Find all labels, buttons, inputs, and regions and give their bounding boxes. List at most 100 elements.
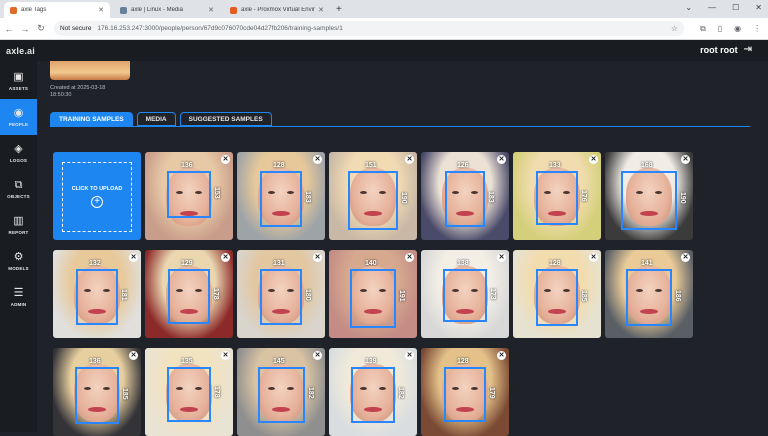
training-sample-card[interactable]: 126 183 ✕ — [421, 152, 509, 240]
reload-icon[interactable]: ↻ — [34, 23, 48, 34]
delete-sample-icon[interactable]: ✕ — [681, 253, 690, 262]
admin-icon: ☰ — [13, 287, 24, 299]
created-time: 18:50:30 — [50, 92, 72, 98]
new-tab-button[interactable]: + — [336, 2, 342, 18]
delete-sample-icon[interactable]: ✕ — [313, 351, 322, 360]
delete-sample-icon[interactable]: ✕ — [405, 253, 414, 262]
training-sample-card[interactable]: 168 190 ✕ — [605, 152, 693, 240]
bbox-width-label: 129 — [181, 260, 193, 267]
delete-sample-icon[interactable]: ✕ — [589, 253, 598, 262]
bbox-height-label: 153 — [212, 186, 220, 199]
sidebar-item-label: LOGOS — [9, 158, 28, 163]
sidebar-item-logos[interactable]: ◈ LOGOS — [0, 135, 37, 171]
delete-sample-icon[interactable]: ✕ — [313, 253, 322, 262]
browser-tab[interactable]: axle | Linux - Media ✕ — [114, 2, 220, 18]
user-name[interactable]: root root — [700, 45, 738, 55]
training-sample-card[interactable]: 128 185 ✕ — [513, 250, 601, 338]
tab-suggested-samples[interactable]: SUGGESTED SAMPLES — [179, 112, 272, 126]
created-info: Created at 2025-03-18 18:50:30 — [50, 85, 105, 99]
bookmark-star-icon[interactable]: ☆ — [671, 24, 678, 33]
training-sample-card[interactable]: 141 186 ✕ — [605, 250, 693, 338]
sidebar-item-assets[interactable]: ▣ ASSETS — [0, 63, 37, 99]
bbox-width-label: 141 — [641, 260, 653, 267]
training-sample-card[interactable]: 136 153 ✕ — [145, 152, 233, 240]
delete-sample-icon[interactable]: ✕ — [497, 253, 506, 262]
upload-dropzone[interactable]: CLICK TO UPLOAD + — [62, 162, 132, 232]
delete-sample-icon[interactable]: ✕ — [405, 351, 414, 360]
training-sample-card[interactable]: 133 176 ✕ — [513, 152, 601, 240]
training-sample-card[interactable]: 145 182 ✕ — [237, 348, 325, 436]
close-window-icon[interactable]: ✕ — [755, 3, 762, 12]
delete-sample-icon[interactable]: ✕ — [313, 155, 322, 164]
bbox-height-label: 179 — [487, 386, 495, 399]
app-topbar: axle.ai root root ⇥ — [0, 40, 768, 61]
sidebar-item-models[interactable]: ⚙ MODELS — [0, 243, 37, 279]
url-input[interactable]: Not secure 176.16.253.247:3000/people/pe… — [54, 21, 684, 36]
training-sample-card[interactable]: 139 182 ✕ — [329, 348, 417, 436]
delete-sample-icon[interactable]: ✕ — [681, 155, 690, 164]
bbox-height-label: 183 — [303, 191, 311, 203]
close-tab-icon[interactable]: ✕ — [208, 6, 214, 14]
training-sample-card[interactable]: 128 179 ✕ — [421, 348, 509, 436]
delete-sample-icon[interactable]: ✕ — [221, 351, 230, 360]
training-sample-card[interactable]: 132 181 ✕ — [53, 250, 141, 338]
face-bounding-box — [257, 367, 305, 424]
close-tab-icon[interactable]: ✕ — [318, 6, 324, 14]
minimize-icon[interactable]: — — [708, 3, 716, 12]
training-sample-card[interactable]: 135 178 ✕ — [145, 348, 233, 436]
face-bounding-box — [350, 367, 396, 424]
bbox-height-label: 182 — [306, 387, 314, 399]
browser-tab[interactable]: axle - Proxmox Virtual Environ... ✕ — [224, 2, 330, 18]
browser-tab[interactable]: axle Tags ✕ — [4, 2, 110, 18]
window-controls: ⌄ — ☐ ✕ — [685, 3, 762, 12]
browser-tab-label: axle | Linux - Media — [131, 7, 183, 13]
bbox-width-label: 139 — [365, 358, 377, 365]
sidebar-item-people[interactable]: ◉ PEOPLE — [0, 99, 37, 135]
training-sample-card[interactable]: 128 183 ✕ — [237, 152, 325, 240]
back-icon[interactable]: ← — [2, 24, 16, 34]
delete-sample-icon[interactable]: ✕ — [129, 351, 138, 360]
tab-media[interactable]: MEDIA — [136, 112, 176, 126]
sidepanel-icon[interactable]: ▯ — [718, 24, 722, 34]
face-bounding-box — [348, 171, 398, 230]
logout-icon[interactable]: ⇥ — [744, 44, 752, 55]
training-sample-card[interactable]: 131 180 ✕ — [237, 250, 325, 338]
favicon-icon — [120, 6, 127, 14]
sidebar-item-objects[interactable]: ⧉ OBJECTS — [0, 171, 37, 207]
bbox-width-label: 136 — [89, 358, 101, 365]
profile-icon[interactable]: ◉ — [734, 24, 741, 34]
app-logo[interactable]: axle.ai — [6, 46, 35, 56]
training-sample-card[interactable]: 138 173 ✕ — [421, 250, 509, 338]
image-icon: ▣ — [13, 71, 24, 83]
bbox-height-label: 173 — [489, 287, 497, 300]
dropdown-icon[interactable]: ⌄ — [685, 3, 692, 12]
bbox-width-label: 133 — [549, 162, 561, 169]
bbox-height-label: 182 — [397, 387, 405, 399]
delete-sample-icon[interactable]: ✕ — [589, 155, 598, 164]
sidebar-item-admin[interactable]: ☰ ADMIN — [0, 279, 37, 315]
delete-sample-icon[interactable]: ✕ — [497, 155, 506, 164]
maximize-icon[interactable]: ☐ — [732, 3, 739, 12]
delete-sample-icon[interactable]: ✕ — [221, 155, 230, 164]
close-tab-icon[interactable]: ✕ — [98, 6, 104, 14]
forward-icon[interactable]: → — [18, 24, 32, 34]
sidebar-item-report[interactable]: ▥ REPORT — [0, 207, 37, 243]
security-label[interactable]: Not secure — [60, 25, 91, 32]
upload-button[interactable]: CLICK TO UPLOAD + — [53, 152, 141, 240]
delete-sample-icon[interactable]: ✕ — [497, 351, 506, 360]
bbox-width-label: 126 — [457, 162, 469, 169]
extensions-icon[interactable]: ⧉ — [700, 24, 706, 34]
training-sample-card[interactable]: 140 191 ✕ — [329, 250, 417, 338]
tab-training-samples[interactable]: TRAINING SAMPLES — [50, 112, 133, 126]
sidebar-item-label: ADMIN — [10, 302, 27, 307]
delete-sample-icon[interactable]: ✕ — [129, 253, 138, 262]
delete-sample-icon[interactable]: ✕ — [405, 155, 414, 164]
delete-sample-icon[interactable]: ✕ — [221, 253, 230, 262]
training-sample-card[interactable]: 129 178 ✕ — [145, 250, 233, 338]
menu-kebab-icon[interactable]: ⋮ — [753, 24, 761, 34]
bbox-width-label: 168 — [641, 162, 653, 169]
face-bounding-box — [168, 269, 210, 324]
training-sample-card[interactable]: 151 190 ✕ — [329, 152, 417, 240]
bbox-width-label: 135 — [181, 358, 193, 365]
training-sample-card[interactable]: 136 185 ✕ — [53, 348, 141, 436]
